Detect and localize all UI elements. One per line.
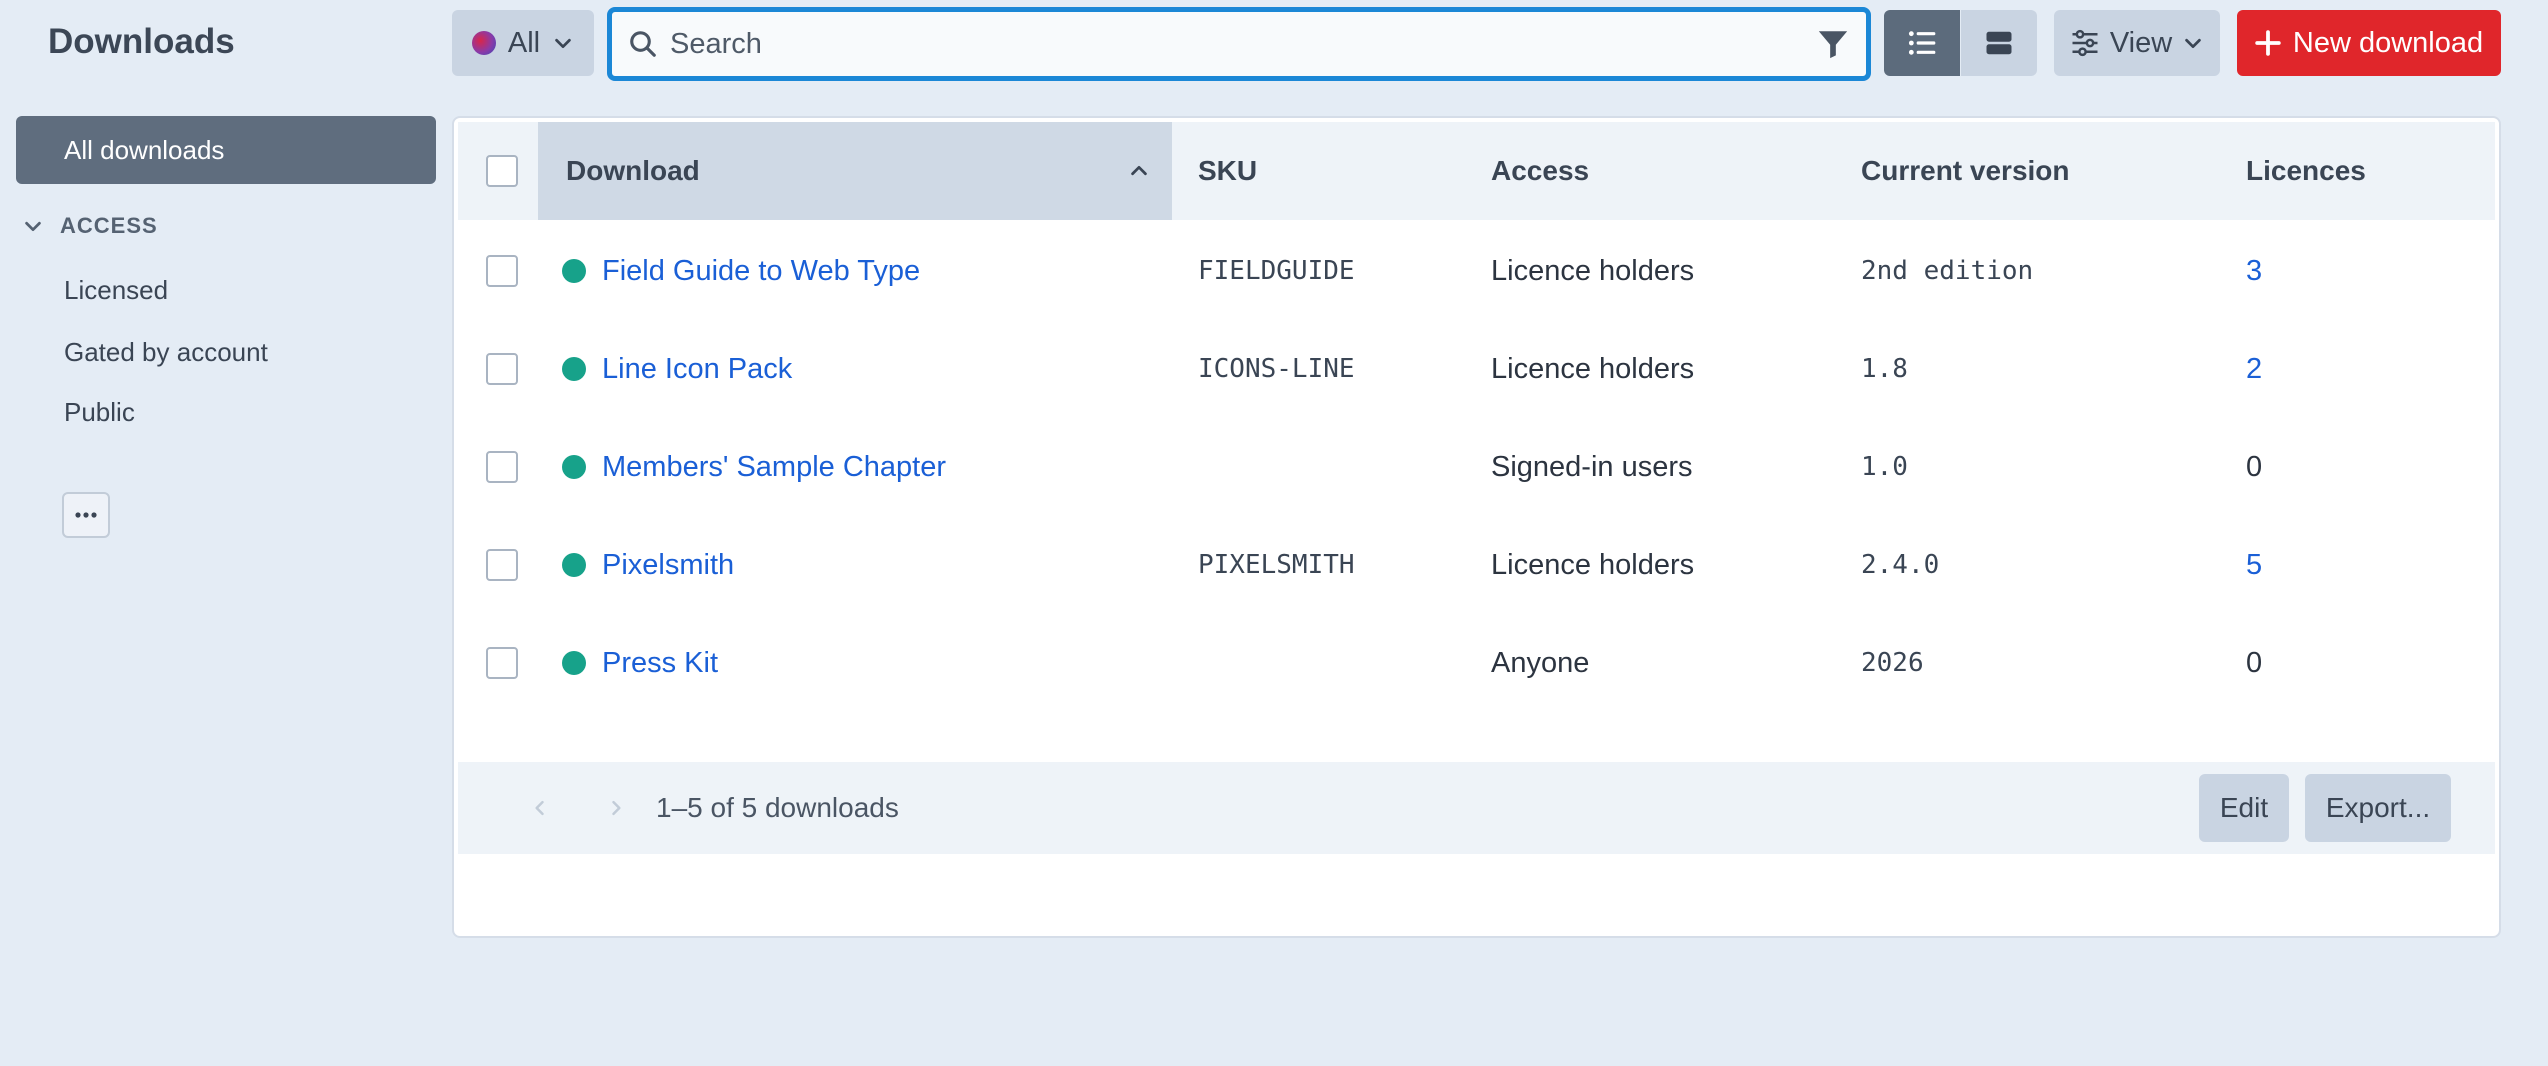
scope-filter-button[interactable]: All [452, 10, 594, 76]
access-cell: Licence holders [1491, 352, 1695, 385]
sku-cell: PIXELSMITH [1198, 550, 1355, 580]
licences-link[interactable]: 3 [2246, 222, 2262, 320]
next-page-button[interactable] [596, 788, 636, 828]
column-header-current-version[interactable]: Current version [1861, 122, 2070, 220]
list-icon [1908, 31, 1936, 55]
row-checkbox[interactable] [486, 353, 518, 385]
edit-button[interactable]: Edit [2199, 774, 2289, 842]
scope-color-icon [471, 31, 496, 55]
new-download-label: New download [2292, 26, 2484, 59]
pagination-summary: 1–5 of 5 downloads [656, 792, 899, 823]
sliders-icon [2072, 29, 2098, 57]
table-row[interactable]: Pixelsmith PIXELSMITH Licence holders 2.… [454, 516, 2499, 614]
sidebar-item-licensed[interactable]: Licensed [64, 275, 168, 306]
sidebar-item-gated-by-account[interactable]: Gated by account [64, 337, 268, 368]
sidebar-item-public[interactable]: Public [64, 397, 135, 428]
search-input[interactable] [670, 27, 1816, 61]
view-options-label: View [2109, 26, 2173, 59]
table-row[interactable]: Press Kit Anyone 2026 0 [454, 614, 2499, 712]
table-header: Download SKU Access Current version Lice… [458, 122, 2495, 220]
previous-page-button[interactable] [520, 788, 560, 828]
version-cell: 2026 [1861, 648, 1924, 678]
download-name-link[interactable]: Members' Sample Chapter [602, 418, 946, 516]
select-all-checkbox[interactable] [486, 155, 518, 187]
table-footer: 1–5 of 5 downloads Edit Export... [458, 762, 2495, 854]
view-options-button[interactable]: View [2054, 10, 2220, 76]
status-dot [562, 259, 586, 283]
licences-link[interactable]: 2 [2246, 320, 2262, 418]
status-dot [562, 357, 586, 381]
chevron-down-icon [555, 38, 571, 49]
sku-cell: FIELDGUIDE [1198, 256, 1355, 286]
download-name-link[interactable]: Pixelsmith [602, 516, 734, 614]
sidebar-item-all-downloads[interactable]: All downloads [16, 116, 436, 184]
status-dot [562, 553, 586, 577]
more-options-button[interactable] [62, 492, 110, 538]
version-cell: 2.4.0 [1861, 550, 1940, 580]
sort-ascending-icon [1131, 165, 1147, 176]
access-cell: Licence holders [1491, 548, 1695, 581]
table-row[interactable]: Members' Sample Chapter Signed-in users … [454, 418, 2499, 516]
status-dot [562, 455, 586, 479]
chevron-right-icon [612, 800, 621, 816]
card-icon [1986, 31, 2012, 55]
card-view-button[interactable] [1961, 10, 2037, 76]
search-icon [630, 31, 656, 57]
export-button[interactable]: Export... [2305, 774, 2451, 842]
download-name-link[interactable]: Field Guide to Web Type [602, 222, 920, 320]
version-cell: 2nd edition [1861, 256, 2034, 286]
licences-count: 0 [2246, 450, 2263, 483]
row-checkbox[interactable] [486, 255, 518, 287]
sidebar-group-label: ACCESS [60, 213, 158, 238]
table-row[interactable]: Line Icon Pack ICONS-LINE Licence holder… [454, 320, 2499, 418]
download-name-link[interactable]: Line Icon Pack [602, 320, 792, 418]
version-cell: 1.0 [1861, 452, 1908, 482]
access-cell: Anyone [1491, 646, 1590, 679]
download-name-link[interactable]: Press Kit [602, 614, 718, 712]
row-checkbox[interactable] [486, 647, 518, 679]
access-cell: Signed-in users [1491, 450, 1693, 483]
status-dot [562, 651, 586, 675]
search-box[interactable] [607, 7, 1871, 81]
column-header-label: Download [566, 155, 700, 186]
ellipsis-icon [75, 512, 97, 518]
licences-link[interactable]: 5 [2246, 516, 2262, 614]
licences-count: 0 [2246, 646, 2263, 679]
column-header-licences[interactable]: Licences [2246, 122, 2366, 220]
plus-icon [2255, 30, 2281, 56]
scope-filter-label: All [507, 26, 541, 59]
column-header-access[interactable]: Access [1491, 122, 1589, 220]
row-checkbox[interactable] [486, 549, 518, 581]
column-header-sku[interactable]: SKU [1198, 122, 1257, 220]
version-cell: 1.8 [1861, 354, 1908, 384]
filter-icon[interactable] [1816, 27, 1850, 61]
chevron-left-icon [535, 800, 544, 816]
downloads-table-panel: Download SKU Access Current version Lice… [452, 116, 2501, 938]
table-row[interactable]: Field Guide to Web Type FIELDGUIDE Licen… [454, 222, 2499, 320]
page-title: Downloads [48, 22, 235, 61]
row-checkbox[interactable] [486, 451, 518, 483]
sku-cell: ICONS-LINE [1198, 354, 1355, 384]
sidebar-group-access[interactable]: ACCESS [22, 210, 158, 242]
chevron-down-icon [25, 221, 41, 232]
sidebar-item-label: All downloads [64, 134, 225, 165]
list-view-button[interactable] [1884, 10, 1960, 76]
new-download-button[interactable]: New download [2237, 10, 2501, 76]
column-header-download[interactable]: Download [538, 122, 1172, 220]
access-cell: Licence holders [1491, 254, 1695, 287]
chevron-down-icon [2185, 38, 2201, 49]
